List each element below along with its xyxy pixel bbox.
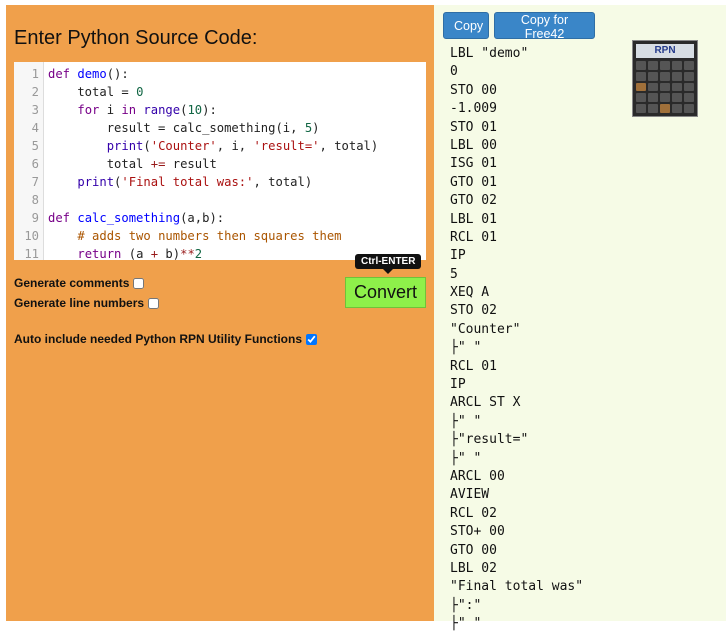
- line-number: 1: [31, 67, 39, 81]
- rpn-output-line: 5: [450, 266, 458, 282]
- rpn-output-line: IP: [450, 377, 466, 393]
- line-number: 5: [31, 139, 39, 153]
- code-text: result = calc_something(i, 5): [48, 121, 320, 135]
- line-number: 2: [31, 85, 39, 99]
- rpn-output-line: RCL 01: [450, 229, 497, 245]
- auto-include-utilities-option[interactable]: Auto include needed Python RPN Utility F…: [14, 332, 318, 346]
- rpn-output-line: STO 01: [450, 119, 497, 135]
- rpn-output-line: "Counter": [450, 321, 521, 337]
- input-panel: Enter Python Source Code: 1 def demo(): 2 …: [6, 5, 434, 621]
- rpn-output-line: ├"result=": [450, 432, 529, 448]
- code-line: 6 total += result: [14, 155, 426, 173]
- output-panel: Copy Copy for Free42 RPN LBL "demo" 0 STO …: [434, 5, 726, 631]
- code-text: return (a + b)**2: [77, 247, 203, 260]
- rpn-output-line: IP: [450, 248, 466, 264]
- rpn-output-line: 0: [450, 64, 458, 80]
- rpn-output-line: ├":": [450, 597, 482, 613]
- rpn-output-line: RCL 02: [450, 505, 497, 521]
- rpn-output-line: GTO 01: [450, 174, 497, 190]
- rpn-output-line: ISG 01: [450, 156, 497, 172]
- rpn-output-line: STO 02: [450, 303, 497, 319]
- rpn-calculator-icon: RPN: [632, 40, 698, 117]
- rpn-calculator-icon-label: RPN: [636, 44, 694, 58]
- convert-shortcut-tooltip: Ctrl-ENTER: [355, 254, 422, 274]
- code-text: print('Counter', i, 'result=', total): [106, 139, 379, 153]
- rpn-output-line: GTO 02: [450, 193, 497, 209]
- code-text: print('Final total was:', total): [77, 175, 313, 189]
- rpn-output-line: ARCL 00: [450, 468, 505, 484]
- line-number: 7: [31, 175, 39, 189]
- generate-comments-option[interactable]: Generate comments: [14, 276, 145, 290]
- code-text: def demo():: [48, 67, 129, 81]
- code-text: total = 0: [48, 85, 144, 99]
- code-line: 4 result = calc_something(i, 5): [14, 119, 426, 137]
- rpn-output-line: STO+ 00: [450, 524, 505, 540]
- line-number: 4: [31, 121, 39, 135]
- code-text: for i in range(10):: [77, 103, 217, 117]
- line-number: 3: [31, 103, 39, 117]
- rpn-output-line: LBL 00: [450, 137, 497, 153]
- generate-line-numbers-option[interactable]: Generate line numbers: [14, 296, 160, 310]
- line-number: 11: [24, 247, 39, 260]
- rpn-output-line: ARCL ST X: [450, 395, 521, 411]
- generate-line-numbers-label: Generate line numbers: [14, 296, 145, 310]
- rpn-output[interactable]: LBL "demo" 0 STO 00 -1.009 STO 01 LBL 00 ISG 0…: [450, 45, 583, 634]
- code-line: 9 def calc_something(a,b):: [14, 209, 426, 227]
- convert-button[interactable]: Convert: [345, 277, 426, 308]
- rpn-output-line: LBL 01: [450, 211, 497, 227]
- code-editor[interactable]: 1 def demo(): 2 total = 03 for i in range(…: [14, 62, 426, 260]
- generate-comments-checkbox[interactable]: [133, 277, 145, 289]
- auto-include-utilities-checkbox[interactable]: [306, 333, 318, 345]
- rpn-output-line: LBL "demo": [450, 46, 529, 61]
- code-line: 2 total = 0: [14, 83, 426, 101]
- rpn-output-line: RCL 01: [450, 358, 497, 374]
- line-number: 8: [31, 193, 39, 207]
- rpn-output-line: ├" ": [450, 340, 482, 356]
- code-line: 8: [14, 191, 426, 209]
- rpn-output-line: GTO 00: [450, 542, 497, 558]
- code-line: 10 # adds two numbers then squares them: [14, 227, 426, 245]
- generate-line-numbers-checkbox[interactable]: [148, 297, 160, 309]
- code-line: 7 print('Final total was:', total): [14, 173, 426, 191]
- code-line: 5 print('Counter', i, 'result=', total): [14, 137, 426, 155]
- code-text: def calc_something(a,b):: [48, 211, 225, 225]
- code-line: 3 for i in range(10):: [14, 101, 426, 119]
- rpn-output-line: AVIEW: [450, 487, 490, 503]
- generate-comments-label: Generate comments: [14, 276, 130, 290]
- line-number: 6: [31, 157, 39, 171]
- line-number: 9: [31, 211, 39, 225]
- copy-button[interactable]: Copy: [443, 12, 489, 39]
- rpn-output-line: XEQ A: [450, 285, 490, 301]
- line-number: 10: [24, 229, 39, 243]
- rpn-calculator-keypad: [636, 61, 694, 113]
- auto-include-utilities-label: Auto include needed Python RPN Utility F…: [14, 332, 303, 346]
- rpn-output-line: LBL 02: [450, 560, 497, 576]
- rpn-output-line: ├" ": [450, 450, 482, 466]
- code-line: 1 def demo():: [14, 65, 426, 83]
- code-text: # adds two numbers then squares them: [77, 229, 342, 243]
- rpn-output-line: ├" ": [450, 616, 482, 632]
- rpn-output-line: STO 00: [450, 82, 497, 98]
- copy-for-free42-button[interactable]: Copy for Free42: [494, 12, 595, 41]
- rpn-output-line: "Final total was": [450, 579, 584, 595]
- rpn-output-line: -1.009: [450, 101, 497, 117]
- code-text: total += result: [48, 157, 217, 171]
- rpn-output-line: ├" ": [450, 413, 482, 429]
- input-panel-title: Enter Python Source Code:: [14, 27, 258, 49]
